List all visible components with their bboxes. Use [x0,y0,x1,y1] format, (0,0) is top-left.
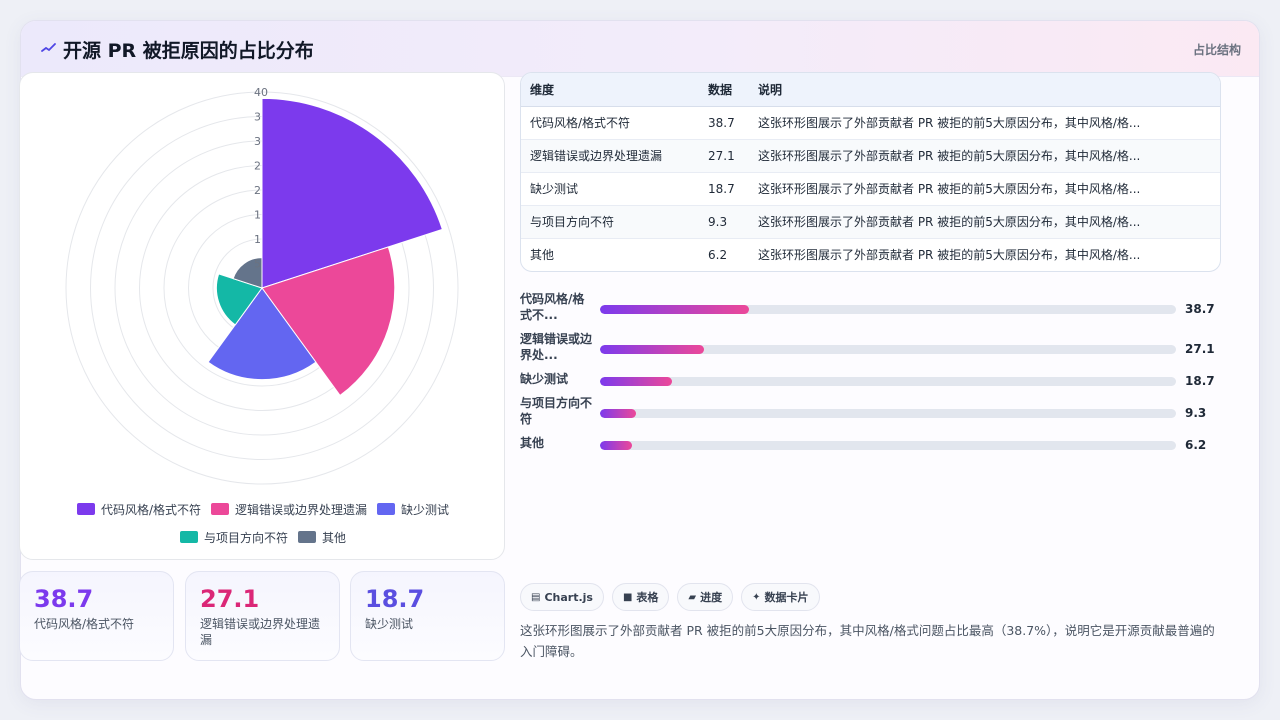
progress-fill [600,441,632,450]
chip-label: Chart.js [544,590,593,604]
chip-data-cards[interactable]: ✦ 数据卡片 [741,583,820,611]
legend-swatch [298,531,316,543]
progress-fill [600,409,636,418]
table-row: 逻辑错误或边界处理遗漏 27.1 这张环形图展示了外部贡献者 PR 被拒的前5大… [521,139,1220,173]
chip-label: 数据卡片 [764,591,809,604]
progress-track [600,377,1176,386]
table-cell: 其他 [530,248,555,263]
table-cell: 逻辑错误或边界处理遗漏 [521,139,699,173]
legend-item[interactable]: 与项目方向不符 [179,529,288,545]
chip-chartjs[interactable]: ▤ Chart.js [520,583,604,611]
progress-label: 缺少测试 [520,372,569,386]
table-cell: 这张环形图展示了外部贡献者 PR 被拒的前5大原因分布，其中风格/格... [758,248,1141,263]
table-row: 其他 6.2 这张环形图展示了外部贡献者 PR 被拒的前5大原因分布，其中风格/… [521,238,1220,271]
table-cell: 9.3 [699,205,749,239]
progress-track [600,305,1176,314]
table-cell: 这张环形图展示了外部贡献者 PR 被拒的前5大原因分布，其中风格/格... [749,205,1220,239]
progress-value: 38.7 [1185,302,1215,316]
legend-item[interactable]: 缺少测试 [377,501,449,517]
progress-track [600,441,1176,450]
stat-label: 逻辑错误或边界处理遗漏 [200,617,321,647]
table-header-row: 维度 数据 说明 [521,73,1220,107]
polar-area-chart: 40 3 3 2 2 1 1 5 [65,86,459,485]
progress-label: 代码风格/格式不... [520,292,585,322]
legend-label: 代码风格/格式不符 [100,502,201,517]
legend-label: 其他 [322,530,347,545]
tick-label: 3 [254,111,261,124]
table-cell: 与项目方向不符 [521,205,699,239]
progress-value: 9.3 [1185,406,1207,420]
column-header: 维度 [521,73,699,107]
tick-label: 1 [254,233,261,246]
table-cell: 缺少测试 [521,172,699,206]
stat-cards: 38.7 代码风格/格式不符 27.1 逻辑错误或边界处理遗漏 18.7 缺少测… [19,571,505,661]
stat-label: 缺少测试 [365,617,414,631]
table-icon: ■ [622,591,633,603]
legend-swatch [76,503,95,515]
tick-label: 40 [254,86,268,99]
legend-label: 逻辑错误或边界处理遗漏 [235,502,368,517]
progress-track [600,409,1176,418]
chip-progress[interactable]: ▰ 进度 [677,583,734,611]
legend-item[interactable]: 逻辑错误或边界处理遗漏 [211,501,367,517]
stat-label: 代码风格/格式不符 [34,617,135,631]
progress-track [600,345,1176,354]
chip-table[interactable]: ■ 表格 [611,583,670,611]
progress-fill [600,305,749,314]
stat-value: 27.1 [200,585,260,613]
data-table: 维度 数据 说明 代码风格/格式不符 38.7 这张环形图展示了外部贡献者 PR… [520,72,1221,272]
progress-label: 逻辑错误或边界处... [520,332,593,362]
header: 开源 PR 被拒原因的占比分布 占比结构 [21,21,1259,77]
table-cell: 6.2 [708,247,728,262]
table-cell: 这张环形图展示了外部贡献者 PR 被拒的前5大原因分布，其中风格/格... [749,172,1220,206]
table-row: 缺少测试 18.7 这张环形图展示了外部贡献者 PR 被拒的前5大原因分布，其中… [521,172,1220,206]
feature-chips: ▤ Chart.js ■ 表格 ▰ 进度 ✦ 数据卡片 [520,583,828,611]
table-cell: 代码风格/格式不符 [521,106,699,140]
tick-label: 2 [254,160,261,173]
chart-legend: 代码风格/格式不符 逻辑错误或边界处理遗漏 缺少测试与项目方向不符 其他 [20,501,506,545]
progress-value: 27.1 [1185,342,1215,356]
table-cell: 18.7 [699,172,749,206]
table-row: 代码风格/格式不符 38.7 这张环形图展示了外部贡献者 PR 被拒的前5大原因… [521,106,1220,140]
header-tag: 占比结构 [1192,43,1241,57]
progress-fill [600,377,672,386]
sparkle-icon: ✦ [752,591,761,603]
stat-value: 18.7 [365,585,425,613]
legend-swatch [179,531,198,543]
legend-item[interactable]: 代码风格/格式不符 [76,501,201,517]
chip-label: 进度 [700,591,723,604]
progress-value: 18.7 [1185,374,1215,388]
progress-label: 与项目方向不符 [520,396,593,426]
legend-label: 与项目方向不符 [203,530,288,545]
table-cell: 38.7 [699,106,749,140]
tick-label: 1 [254,209,261,222]
tick-label: 3 [254,135,261,148]
page-title: 开源 PR 被拒原因的占比分布 [63,40,314,62]
tick-label: 5 [254,258,261,271]
stat-card: 18.7 缺少测试 [350,571,505,661]
polar-chart-panel: 40 3 3 2 2 1 1 5 代码风格/格式不符 逻辑错误或边界处理遗漏 缺少测试与项目方向不… [19,72,505,560]
chip-label: 表格 [636,591,659,604]
progress-fill [600,345,705,354]
progress-label: 其他 [520,436,545,450]
tick-label: 2 [254,184,261,197]
chart-spark-icon [41,43,56,52]
summary-text: 这张环形图展示了外部贡献者 PR 被拒的前5大原因分布，其中风格/格式问题占比最… [520,623,1215,659]
legend-swatch [377,503,396,515]
legend-swatch [211,503,229,515]
table-cell: 这张环形图展示了外部贡献者 PR 被拒的前5大原因分布，其中风格/格... [749,106,1220,140]
stat-value: 38.7 [34,585,94,613]
table-row: 与项目方向不符 9.3 这张环形图展示了外部贡献者 PR 被拒的前5大原因分布，… [521,205,1220,239]
stat-card: 27.1 逻辑错误或边界处理遗漏 [185,571,340,661]
table-cell: 27.1 [699,139,749,173]
table-cell: 这张环形图展示了外部贡献者 PR 被拒的前5大原因分布，其中风格/格... [749,139,1220,173]
progress-value: 6.2 [1185,438,1207,452]
legend-label: 缺少测试 [401,502,450,517]
column-header: 数据 [699,73,749,107]
stat-card: 38.7 代码风格/格式不符 [19,571,174,661]
progress-icon: ▰ [688,591,697,603]
legend-item[interactable]: 其他 [298,529,346,545]
column-header: 说明 [749,73,1220,107]
chart-icon: ▤ [531,591,541,603]
